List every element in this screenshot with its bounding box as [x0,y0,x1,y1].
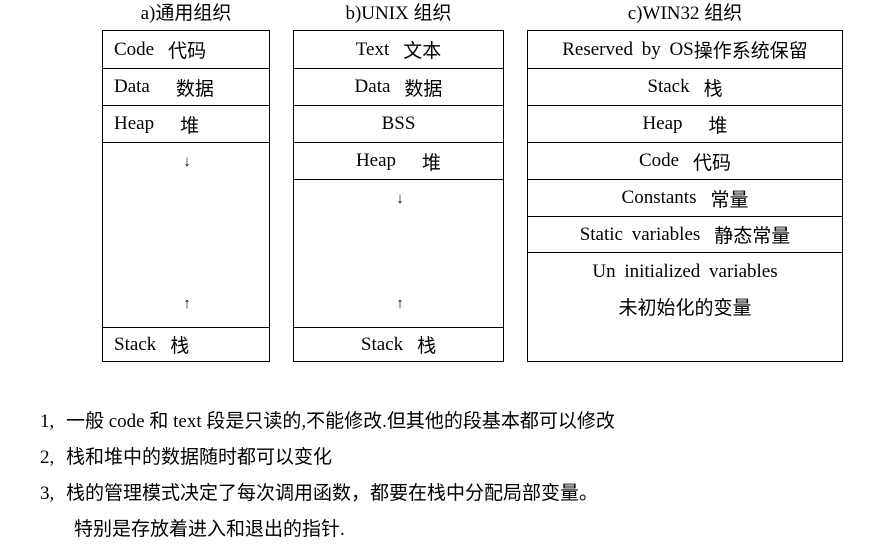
note-number: 3, [40,483,55,504]
win32-memory-layout: Reserved by OS 操作系统保留 Stack 栈 Heap 堆 Cod… [527,30,843,362]
unix-text-zh: 文本 [403,41,442,62]
general-stack-growth-arrow: ↑ [183,296,191,312]
note-number: 2, [40,447,55,468]
unix-data-segment: Data 数据 [294,69,503,106]
note-item: 1, 一般 code 和 text 段是只读的,不能修改.但其他的段基本都可以修改 [40,404,615,440]
unix-stack-en: Stack [360,333,404,355]
unix-text-segment: Text 文本 [294,31,503,69]
general-heap-en: Heap [114,113,155,134]
unix-bss-segment: BSS [294,106,503,143]
win32-constants-segment: Constants 常量 [528,180,842,217]
general-data-segment: Data 数据 [103,69,269,106]
unix-heap-en: Heap [355,150,397,171]
win32-constants-en: Constants [621,187,697,208]
general-free-space: ↓ ↑ [103,143,269,328]
general-data-en: Data [114,76,150,97]
unix-heap-zh: 堆 [422,152,442,174]
unix-data-en: Data [354,76,391,97]
note-number: 1, [40,411,55,432]
win32-heap-en: Heap [642,113,683,134]
win32-stack-zh: 栈 [703,78,723,100]
unix-stack-zh: 栈 [417,336,437,357]
general-code-segment: Code 代码 [103,31,269,69]
win32-code-segment: Code 代码 [528,143,842,180]
unix-data-zh: 数据 [404,78,443,100]
unix-text-en: Text [355,38,390,60]
win32-static-zh: 静态常量 [714,226,791,247]
win32-title: c)WIN32 组织 [627,3,743,24]
general-memory-layout: Code 代码 Data 数据 Heap 堆 ↓ ↑ Stack 栈 [102,30,270,362]
win32-uninit-segment: Un initialized variables 未初始化的变量 [528,253,842,361]
general-data-zh: 数据 [175,78,214,100]
general-stack-segment: Stack 栈 [103,328,269,361]
general-heap-growth-arrow: ↓ [183,154,191,170]
win32-heap-segment: Heap 堆 [528,106,842,143]
general-code-en: Code [114,38,155,60]
win32-reserved-en: Reserved by OS [562,38,694,60]
win32-stack-en: Stack [647,76,690,97]
unix-free-space: ↓ ↑ [294,180,503,328]
win32-static-segment: Static variables 静态常量 [528,217,842,253]
unix-title: b)UNIX 组织 [345,3,452,24]
win32-stack-segment: Stack 栈 [528,69,842,106]
note-text: 栈和堆中的数据随时都可以变化 [66,447,333,468]
unix-bss-label: BSS [381,113,416,134]
general-stack-zh: 栈 [170,336,190,357]
win32-code-zh: 代码 [693,152,732,174]
win32-reserved-zh: 操作系统保留 [693,41,808,62]
unix-heap-growth-arrow: ↓ [396,191,404,207]
unix-memory-layout: Text 文本 Data 数据 BSS Heap 堆 ↓ ↑ Stack 栈 [293,30,504,362]
general-heap-segment: Heap 堆 [103,106,269,143]
win32-static-en: Static variables [579,223,701,245]
general-stack-en: Stack [114,333,157,355]
note-item: 2, 栈和堆中的数据随时都可以变化 [40,440,615,476]
general-heap-zh: 堆 [180,115,200,137]
win32-uninit-zh: 未初始化的变量 [618,298,752,319]
win32-uninit-en: Un initialized variables [592,261,778,282]
unix-stack-growth-arrow: ↑ [396,296,404,312]
win32-reserved-segment: Reserved by OS 操作系统保留 [528,31,842,69]
notes-list: 1, 一般 code 和 text 段是只读的,不能修改.但其他的段基本都可以修改… [40,404,615,548]
general-code-zh: 代码 [168,41,207,62]
win32-heap-zh: 堆 [708,115,728,137]
note-text: 一般 code 和 text 段是只读的,不能修改.但其他的段基本都可以修改 [66,411,615,432]
win32-constants-zh: 常量 [710,189,749,211]
note-text: 栈的管理模式决定了每次调用函数，都要在栈中分配局部变量。 [66,483,599,504]
general-title: a)通用组织 [140,3,232,24]
win32-code-en: Code [638,150,680,171]
note-item: 3, 栈的管理模式决定了每次调用函数，都要在栈中分配局部变量。 [40,476,615,512]
unix-heap-segment: Heap 堆 [294,143,503,180]
note-continuation: 特别是存放着进入和退出的指针. [74,519,345,540]
unix-stack-segment: Stack 栈 [294,328,503,361]
